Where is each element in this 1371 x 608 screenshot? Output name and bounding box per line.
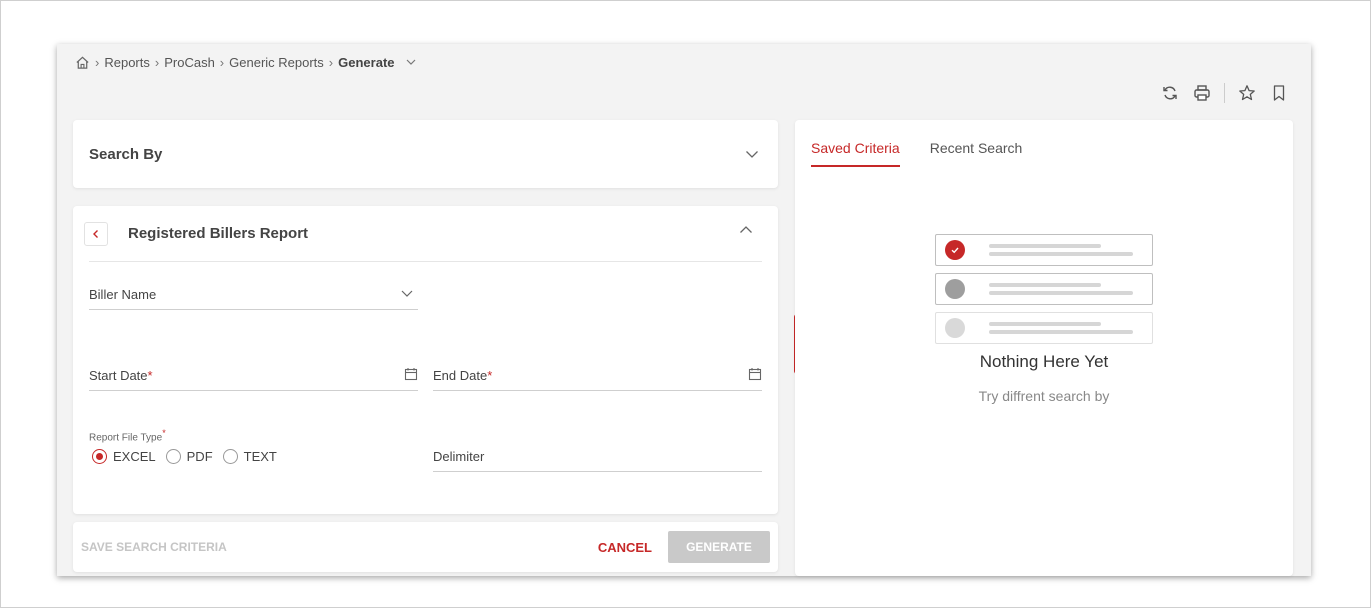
illustration-lines	[989, 318, 1133, 338]
biller-name-select[interactable]: Biller Name	[89, 280, 418, 310]
home-icon[interactable]	[74, 54, 90, 70]
criteria-tabs: Saved Criteria Recent Search	[811, 120, 1277, 172]
topbar: › Reports › ProCash › Generic Reports › …	[57, 44, 1311, 80]
generate-button[interactable]: GENERATE	[668, 531, 770, 563]
tab-recent-search[interactable]: Recent Search	[930, 135, 1023, 161]
report-file-type-radios: EXCEL PDF TEXT	[92, 449, 281, 464]
breadcrumb-separator: ›	[95, 54, 100, 70]
check-icon	[945, 240, 965, 260]
delimiter-label: Delimiter	[433, 449, 485, 464]
back-button[interactable]	[84, 221, 108, 246]
breadcrumb-separator: ›	[328, 54, 334, 70]
cancel-button[interactable]: CANCEL	[598, 540, 652, 555]
breadcrumb: › Reports › ProCash › Generic Reports › …	[74, 54, 419, 70]
print-icon[interactable]	[1192, 83, 1212, 103]
illustration-row	[935, 234, 1153, 266]
empty-state-illustration	[935, 234, 1153, 351]
calendar-icon[interactable]	[748, 367, 762, 384]
illustration-line	[989, 330, 1133, 334]
illustration-line	[989, 252, 1133, 256]
illustration-line	[989, 244, 1101, 248]
toolbar-divider	[1224, 83, 1225, 103]
breadcrumb-item-generic-reports[interactable]: Generic Reports	[229, 55, 324, 70]
biller-name-label: Biller Name	[89, 287, 157, 302]
search-by-title: Search By	[89, 145, 163, 163]
dot-icon	[945, 318, 965, 338]
bookmark-icon[interactable]	[1269, 83, 1289, 103]
report-file-type-label: Report File Type*	[89, 428, 166, 444]
dot-icon	[945, 279, 965, 299]
illustration-lines	[989, 240, 1133, 260]
breadcrumb-separator: ›	[219, 54, 225, 70]
illustration-row	[935, 273, 1153, 305]
end-date-label: End Date*	[433, 368, 493, 383]
illustration-lines	[989, 279, 1133, 299]
radio-pdf[interactable]	[165, 449, 181, 464]
tab-saved-criteria[interactable]: Saved Criteria	[811, 135, 900, 167]
radio-text[interactable]	[222, 449, 238, 464]
illustration-line	[989, 322, 1101, 326]
breadcrumb-separator: ›	[154, 54, 160, 70]
empty-state-subtitle: Try diffrent search by	[978, 388, 1110, 404]
footer-action-bar: SAVE SEARCH CRITERIA CANCEL GENERATE	[73, 522, 778, 572]
start-date-field[interactable]: Start Date*	[89, 361, 418, 391]
radio-pdf-label[interactable]: PDF	[187, 449, 213, 464]
radio-excel[interactable]	[92, 449, 107, 464]
radio-text-label[interactable]: TEXT	[244, 449, 277, 464]
radio-excel-label[interactable]: EXCEL	[113, 449, 156, 464]
chevron-down-icon	[400, 286, 414, 303]
breadcrumb-item-reports[interactable]: Reports	[104, 55, 150, 70]
illustration-line	[989, 283, 1101, 287]
illustration-row	[935, 312, 1153, 344]
refresh-icon[interactable]	[1160, 83, 1180, 103]
delimiter-field[interactable]: Delimiter	[433, 442, 762, 472]
save-search-criteria-button[interactable]: SAVE SEARCH CRITERIA	[81, 540, 227, 554]
report-header: Registered Billers Report	[84, 206, 762, 262]
star-icon[interactable]	[1237, 83, 1257, 103]
empty-state-title: Nothing Here Yet	[979, 352, 1109, 371]
toolbar	[1160, 83, 1289, 103]
breadcrumb-item-procash[interactable]: ProCash	[164, 55, 215, 70]
search-by-panel[interactable]: Search By	[73, 120, 778, 188]
footer-actions: CANCEL GENERATE	[598, 531, 770, 563]
app-window: › Reports › ProCash › Generic Reports › …	[57, 44, 1311, 576]
end-date-field[interactable]: End Date*	[433, 361, 762, 391]
saved-criteria-panel: Saved Criteria Recent Search Nothing Her…	[795, 120, 1293, 576]
report-form-panel: Registered Billers Report Biller Name St…	[73, 206, 778, 514]
chevron-up-icon[interactable]	[738, 222, 754, 243]
report-title: Registered Billers Report	[128, 225, 309, 242]
start-date-label: Start Date*	[89, 368, 153, 383]
chevron-down-icon[interactable]	[403, 54, 419, 70]
illustration-line	[989, 291, 1133, 295]
calendar-icon[interactable]	[404, 367, 418, 384]
breadcrumb-current: Generate	[338, 54, 395, 70]
chevron-down-icon[interactable]	[742, 144, 762, 164]
